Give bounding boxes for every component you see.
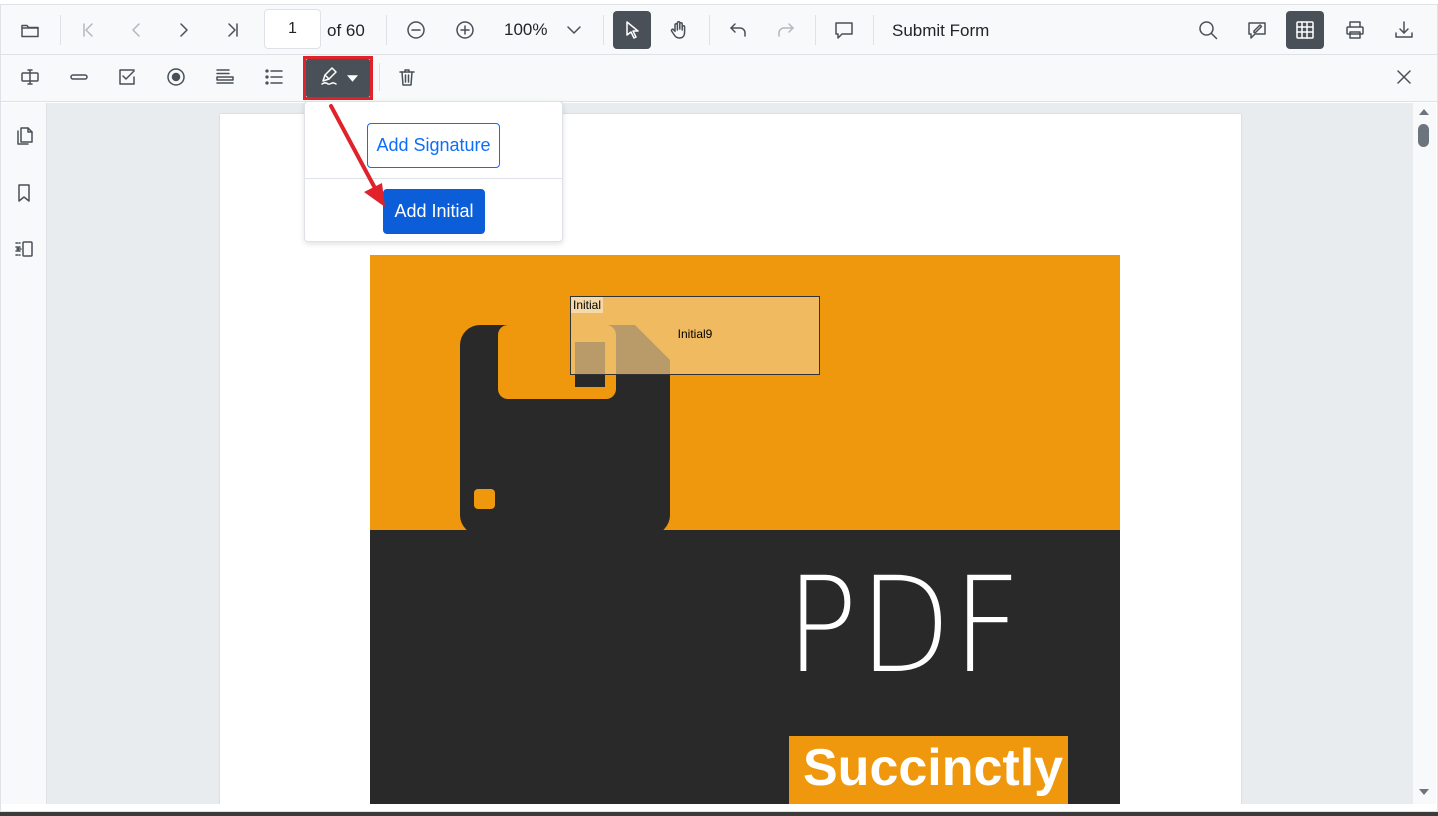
comment-icon[interactable] <box>826 12 862 48</box>
radio-button-icon[interactable] <box>158 59 194 95</box>
next-page-icon[interactable] <box>166 12 202 48</box>
bookmark-icon[interactable] <box>6 175 42 211</box>
last-page-icon[interactable] <box>215 12 251 48</box>
navigation-sidebar <box>1 103 47 804</box>
undo-icon[interactable] <box>720 12 756 48</box>
initial-field-tag: Initial <box>571 297 604 313</box>
text-select-icon[interactable] <box>613 11 651 49</box>
checkbox-icon[interactable] <box>109 59 145 95</box>
delete-icon[interactable] <box>389 59 425 95</box>
close-icon[interactable] <box>1386 59 1422 95</box>
initial-field-name: Initial9 <box>677 327 713 341</box>
cover-subtitle: Succinctly <box>803 739 1064 797</box>
submit-form-button[interactable]: Submit Form <box>892 21 989 41</box>
redo-icon[interactable] <box>768 12 804 48</box>
list-box-icon[interactable] <box>256 59 292 95</box>
download-icon[interactable] <box>1386 12 1422 48</box>
toolbar-divider <box>379 63 380 91</box>
zoom-level-label[interactable]: 100% <box>504 20 547 40</box>
document-viewer[interactable]: PDF Succinctly Initial Initial9 <box>47 103 1413 804</box>
cover-title: PDF <box>786 549 1023 703</box>
toolbar-divider <box>873 15 874 45</box>
cover-subtitle-badge: Succinctly <box>789 736 1068 804</box>
zoom-out-icon[interactable] <box>398 12 434 48</box>
signature-dropdown-menu: Add Signature Add Initial <box>304 101 563 242</box>
initial-form-field[interactable]: Initial Initial9 <box>570 296 820 375</box>
open-folder-icon[interactable] <box>12 12 48 48</box>
zoom-in-icon[interactable] <box>447 12 483 48</box>
vertical-scrollbar[interactable] <box>1413 103 1436 804</box>
organize-pages-icon[interactable] <box>6 231 42 267</box>
zoom-dropdown-icon[interactable] <box>556 12 592 48</box>
textbox-icon[interactable] <box>12 59 48 95</box>
print-icon[interactable] <box>1337 12 1373 48</box>
scroll-thumb[interactable] <box>1418 124 1429 147</box>
add-initial-button[interactable]: Add Initial <box>383 189 485 234</box>
form-designer-icon[interactable] <box>1286 11 1324 49</box>
window-bottom-edge <box>0 812 1438 816</box>
annotation-edit-icon[interactable] <box>1239 12 1275 48</box>
password-icon[interactable] <box>61 59 97 95</box>
caret-down-icon <box>346 69 358 87</box>
toolbar-divider <box>815 15 816 45</box>
scroll-up-icon[interactable] <box>1419 109 1429 115</box>
toolbar-divider <box>60 15 61 45</box>
signature-dropdown-button[interactable] <box>306 59 370 97</box>
toolbar-divider <box>709 15 710 45</box>
page-count-label: of 60 <box>327 21 365 40</box>
previous-page-icon[interactable] <box>118 12 154 48</box>
signature-icon <box>319 65 341 92</box>
page-thumbnails-icon[interactable] <box>6 118 42 154</box>
first-page-icon[interactable] <box>70 12 106 48</box>
search-icon[interactable] <box>1190 12 1226 48</box>
menu-divider <box>305 178 562 179</box>
toolbar-divider <box>603 15 604 45</box>
pan-icon[interactable] <box>661 12 697 48</box>
add-signature-button[interactable]: Add Signature <box>367 123 500 168</box>
scroll-down-icon[interactable] <box>1419 789 1429 795</box>
dropdown-list-icon[interactable] <box>207 59 243 95</box>
page-number-input[interactable] <box>264 9 321 49</box>
toolbar-divider <box>386 15 387 45</box>
